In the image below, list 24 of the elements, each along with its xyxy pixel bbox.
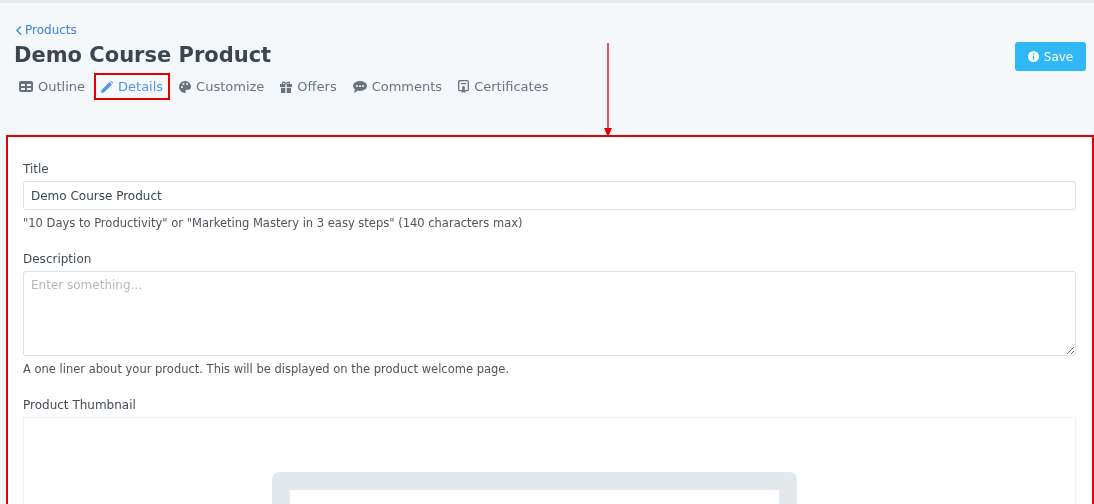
- info-icon: [1027, 51, 1039, 62]
- tab[interactable]: Offers: [273, 73, 344, 100]
- back-link[interactable]: Products: [16, 23, 558, 37]
- field-label: Title: [23, 162, 50, 176]
- field-label: Description: [23, 252, 93, 266]
- chevron-left-icon: [16, 25, 22, 35]
- help-text: A one liner about your product. This will be displayed on the product welcome page.: [23, 362, 511, 376]
- tab[interactable]: Comments: [345, 73, 450, 100]
- description-input[interactable]: Enter something...: [23, 271, 1076, 356]
- field-label: Product Thumbnail: [23, 398, 137, 412]
- pencil-icon: [101, 80, 114, 93]
- certificate-icon: [458, 80, 470, 93]
- speech-bubble-icon: [352, 80, 367, 93]
- tab[interactable]: Details: [94, 73, 171, 100]
- title-input[interactable]: Demo Course Product: [23, 181, 1076, 210]
- page-title: Demo Course Product: [14, 43, 273, 67]
- tab[interactable]: Customize: [172, 73, 272, 100]
- tab[interactable]: Outline: [12, 73, 93, 100]
- palette-icon: [179, 80, 192, 93]
- gift-icon: [280, 80, 293, 93]
- table-icon: [19, 81, 33, 92]
- thumbnail-dropzone[interactable]: [23, 417, 1076, 504]
- tab[interactable]: Certificates: [451, 73, 556, 100]
- help-text: "10 Days to Productivity" or "Marketing Mastery in 3 easy steps" (140 characters max): [23, 216, 524, 230]
